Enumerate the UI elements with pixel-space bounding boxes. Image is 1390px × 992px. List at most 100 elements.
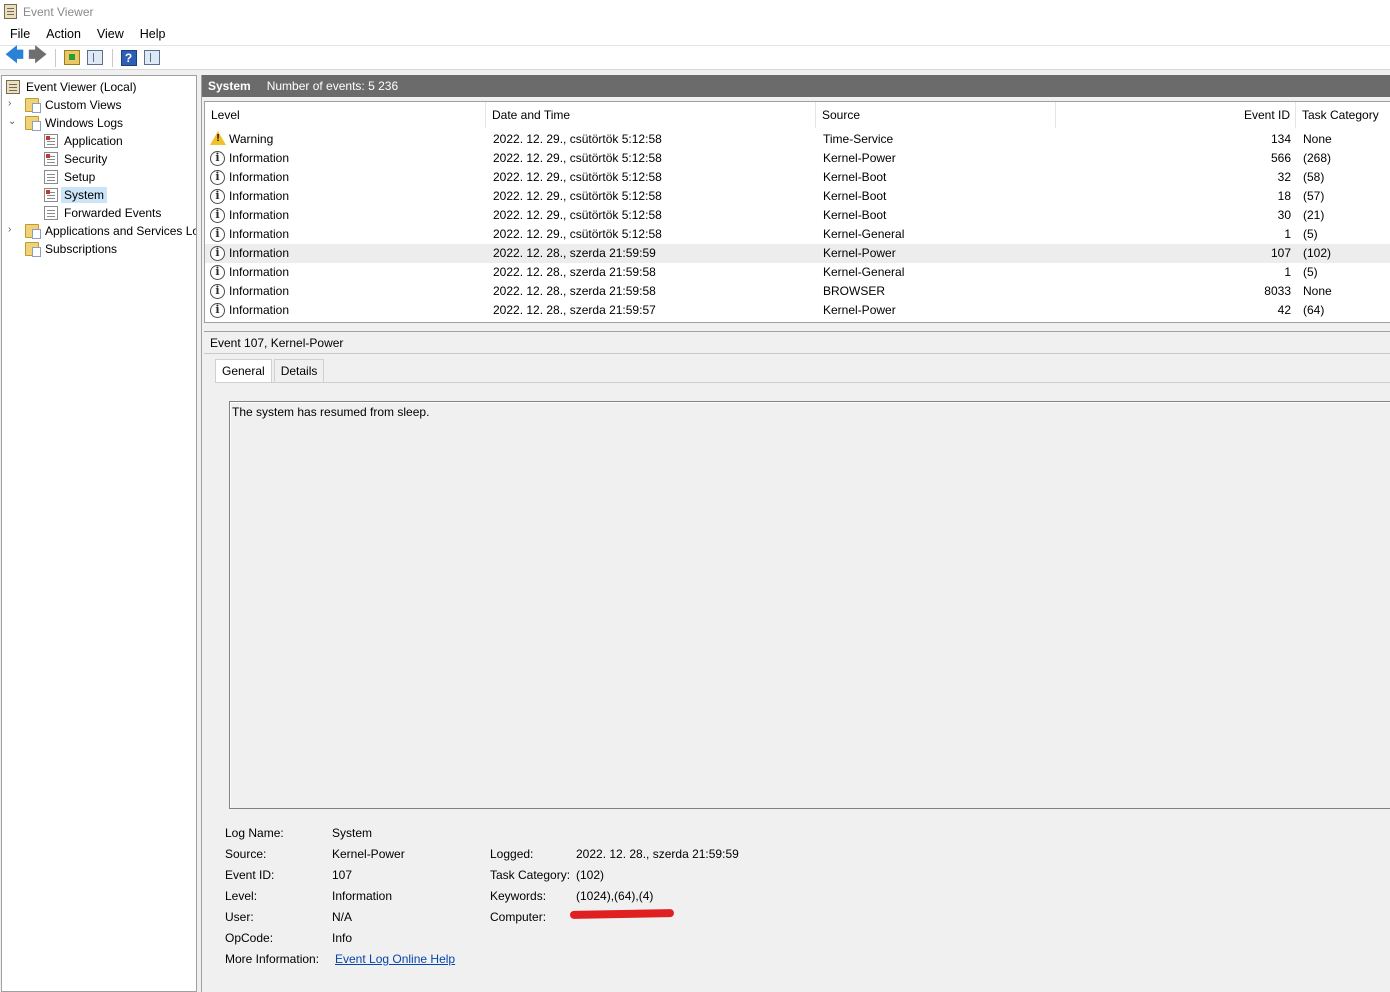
cell-event-id: 1 bbox=[1284, 265, 1291, 279]
tree-item-application[interactable]: Application bbox=[44, 132, 126, 150]
detail-tabs: General Details bbox=[215, 359, 326, 383]
source-value: Kernel-Power bbox=[332, 847, 405, 861]
event-log-online-help-link[interactable]: Event Log Online Help bbox=[335, 952, 455, 966]
cell-event-id: 1 bbox=[1284, 227, 1291, 241]
column-header-source[interactable]: Source bbox=[816, 102, 1056, 128]
tree-label: System bbox=[61, 187, 108, 203]
subscriptions-icon bbox=[25, 242, 41, 257]
information-icon: i bbox=[210, 151, 225, 166]
chevron-right-icon[interactable]: › bbox=[8, 224, 11, 235]
information-icon: i bbox=[210, 284, 225, 299]
show-action-pane-button[interactable] bbox=[141, 48, 162, 67]
table-row[interactable]: i Information 2022. 12. 29., csütörtök 5:1… bbox=[205, 149, 1390, 168]
tree-item-forwarded-events[interactable]: Forwarded Events bbox=[44, 204, 164, 222]
information-icon: i bbox=[210, 265, 225, 280]
table-row[interactable]: i Information 2022. 12. 28., szerda 21:59:… bbox=[205, 301, 1390, 320]
cell-source: BROWSER bbox=[823, 284, 886, 298]
tree-item-security[interactable]: Security bbox=[44, 150, 110, 168]
event-description[interactable]: The system has resumed from sleep. bbox=[229, 401, 1390, 809]
cell-date-time: 2022. 12. 29., csütörtök 5:12:58 bbox=[493, 132, 662, 146]
level-value: Information bbox=[332, 889, 393, 903]
cell-source: Kernel-General bbox=[823, 227, 905, 241]
cell-level: Information bbox=[229, 208, 290, 222]
cell-task-category: (5) bbox=[1303, 265, 1318, 279]
cell-level: Information bbox=[229, 303, 290, 317]
table-row[interactable]: ! Warning 2022. 12. 29., csütörtök 5:12:58… bbox=[205, 130, 1390, 149]
tree-label: Application bbox=[64, 134, 123, 148]
back-button[interactable]: 🡄 bbox=[4, 45, 25, 67]
folder-icon bbox=[25, 98, 41, 113]
cell-level: Warning bbox=[229, 132, 274, 146]
information-icon: i bbox=[210, 208, 225, 223]
cell-level: Information bbox=[229, 265, 290, 279]
cell-level: Information bbox=[229, 246, 290, 260]
folder-icon bbox=[25, 224, 41, 239]
chevron-right-icon[interactable]: › bbox=[8, 98, 11, 109]
tree-label: Event Viewer (Local) bbox=[26, 80, 137, 94]
table-row[interactable]: i Information 2022. 12. 29., csütörtök 5:1… bbox=[205, 187, 1390, 206]
open-folder-button[interactable] bbox=[61, 48, 82, 67]
tree-item-root[interactable]: Event Viewer (Local) bbox=[6, 78, 140, 96]
table-row[interactable]: i Information 2022. 12. 29., csütörtök 5:1… bbox=[205, 225, 1390, 244]
cell-task-category: (268) bbox=[1303, 151, 1332, 165]
information-icon: i bbox=[210, 189, 225, 204]
table-row[interactable]: i Information 2022. 12. 28., szerda 21:59:… bbox=[205, 244, 1390, 263]
cell-event-id: 107 bbox=[1270, 246, 1291, 260]
log-name-label: Log Name: bbox=[225, 826, 284, 840]
table-row[interactable]: i Information 2022. 12. 28., szerda 21:59:… bbox=[205, 263, 1390, 282]
tree-item-subscriptions[interactable]: Subscriptions bbox=[25, 240, 120, 258]
tab-general[interactable]: General bbox=[215, 359, 272, 383]
task-category-label: Task Category: bbox=[490, 868, 571, 882]
properties-pane-icon bbox=[143, 50, 160, 65]
opcode-label: OpCode: bbox=[225, 931, 274, 945]
log-icon bbox=[44, 152, 58, 166]
tree-item-apps-services-logs[interactable]: › Applications and Services Lo bbox=[8, 222, 196, 240]
cell-level: Information bbox=[229, 151, 290, 165]
cell-task-category: (5) bbox=[1303, 227, 1318, 241]
log-header-bar: System Number of events: 5 236 bbox=[202, 75, 1390, 97]
folder-icon bbox=[25, 116, 41, 131]
cell-event-id: 566 bbox=[1270, 151, 1291, 165]
cell-source: Kernel-Power bbox=[823, 246, 896, 260]
tree-item-setup[interactable]: Setup bbox=[44, 168, 98, 186]
menu-view[interactable]: View bbox=[89, 23, 132, 45]
cell-event-id: 30 bbox=[1277, 208, 1291, 222]
tree-label: Setup bbox=[64, 170, 96, 184]
table-row[interactable]: i Information 2022. 12. 29., csütörtök 5:1… bbox=[205, 206, 1390, 225]
tree-label: Subscriptions bbox=[45, 242, 118, 256]
column-header-task-category[interactable]: Task Category bbox=[1296, 102, 1390, 128]
cell-level: Information bbox=[229, 227, 290, 241]
cell-event-id: 134 bbox=[1270, 132, 1291, 146]
open-folder-icon bbox=[63, 50, 80, 65]
tree-item-system[interactable]: System bbox=[44, 186, 108, 204]
forward-button[interactable]: 🡆 bbox=[27, 45, 48, 67]
cell-task-category: (64) bbox=[1303, 303, 1325, 317]
tab-details[interactable]: Details bbox=[273, 359, 325, 383]
information-icon: i bbox=[210, 170, 225, 185]
column-header-level[interactable]: Level bbox=[205, 102, 486, 128]
tree-item-windows-logs[interactable]: ⌄ Windows Logs bbox=[8, 114, 126, 132]
show-hide-tree-button[interactable] bbox=[84, 48, 105, 67]
help-button[interactable]: ? bbox=[118, 48, 139, 67]
cell-source: Kernel-Boot bbox=[823, 189, 887, 203]
keywords-label: Keywords: bbox=[490, 889, 547, 903]
table-row[interactable]: i Information 2022. 12. 28., szerda 21:59:… bbox=[205, 282, 1390, 301]
cell-task-category: None bbox=[1303, 284, 1332, 298]
cell-source: Time-Service bbox=[823, 132, 894, 146]
cell-event-id: 32 bbox=[1277, 170, 1291, 184]
cell-task-category: (57) bbox=[1303, 189, 1325, 203]
column-header-event-id[interactable]: Event ID bbox=[1056, 102, 1296, 128]
events-grid: Level Date and Time Source Event ID Task… bbox=[204, 101, 1390, 323]
log-title: System bbox=[208, 79, 251, 93]
menu-help[interactable]: Help bbox=[132, 23, 174, 45]
cell-source: Kernel-Boot bbox=[823, 208, 887, 222]
column-header-date-time[interactable]: Date and Time bbox=[486, 102, 816, 128]
keywords-value: (1024),(64),(4) bbox=[576, 889, 654, 903]
table-row[interactable]: i Information 2022. 12. 29., csütörtök 5:1… bbox=[205, 168, 1390, 187]
tree-item-custom-views[interactable]: › Custom Views bbox=[8, 96, 124, 114]
window-title: Event Viewer bbox=[23, 4, 94, 19]
log-name-value: System bbox=[332, 826, 373, 840]
chevron-down-icon[interactable]: ⌄ bbox=[8, 116, 16, 127]
cell-date-time: 2022. 12. 28., szerda 21:59:58 bbox=[493, 265, 656, 279]
cell-event-id: 18 bbox=[1277, 189, 1291, 203]
